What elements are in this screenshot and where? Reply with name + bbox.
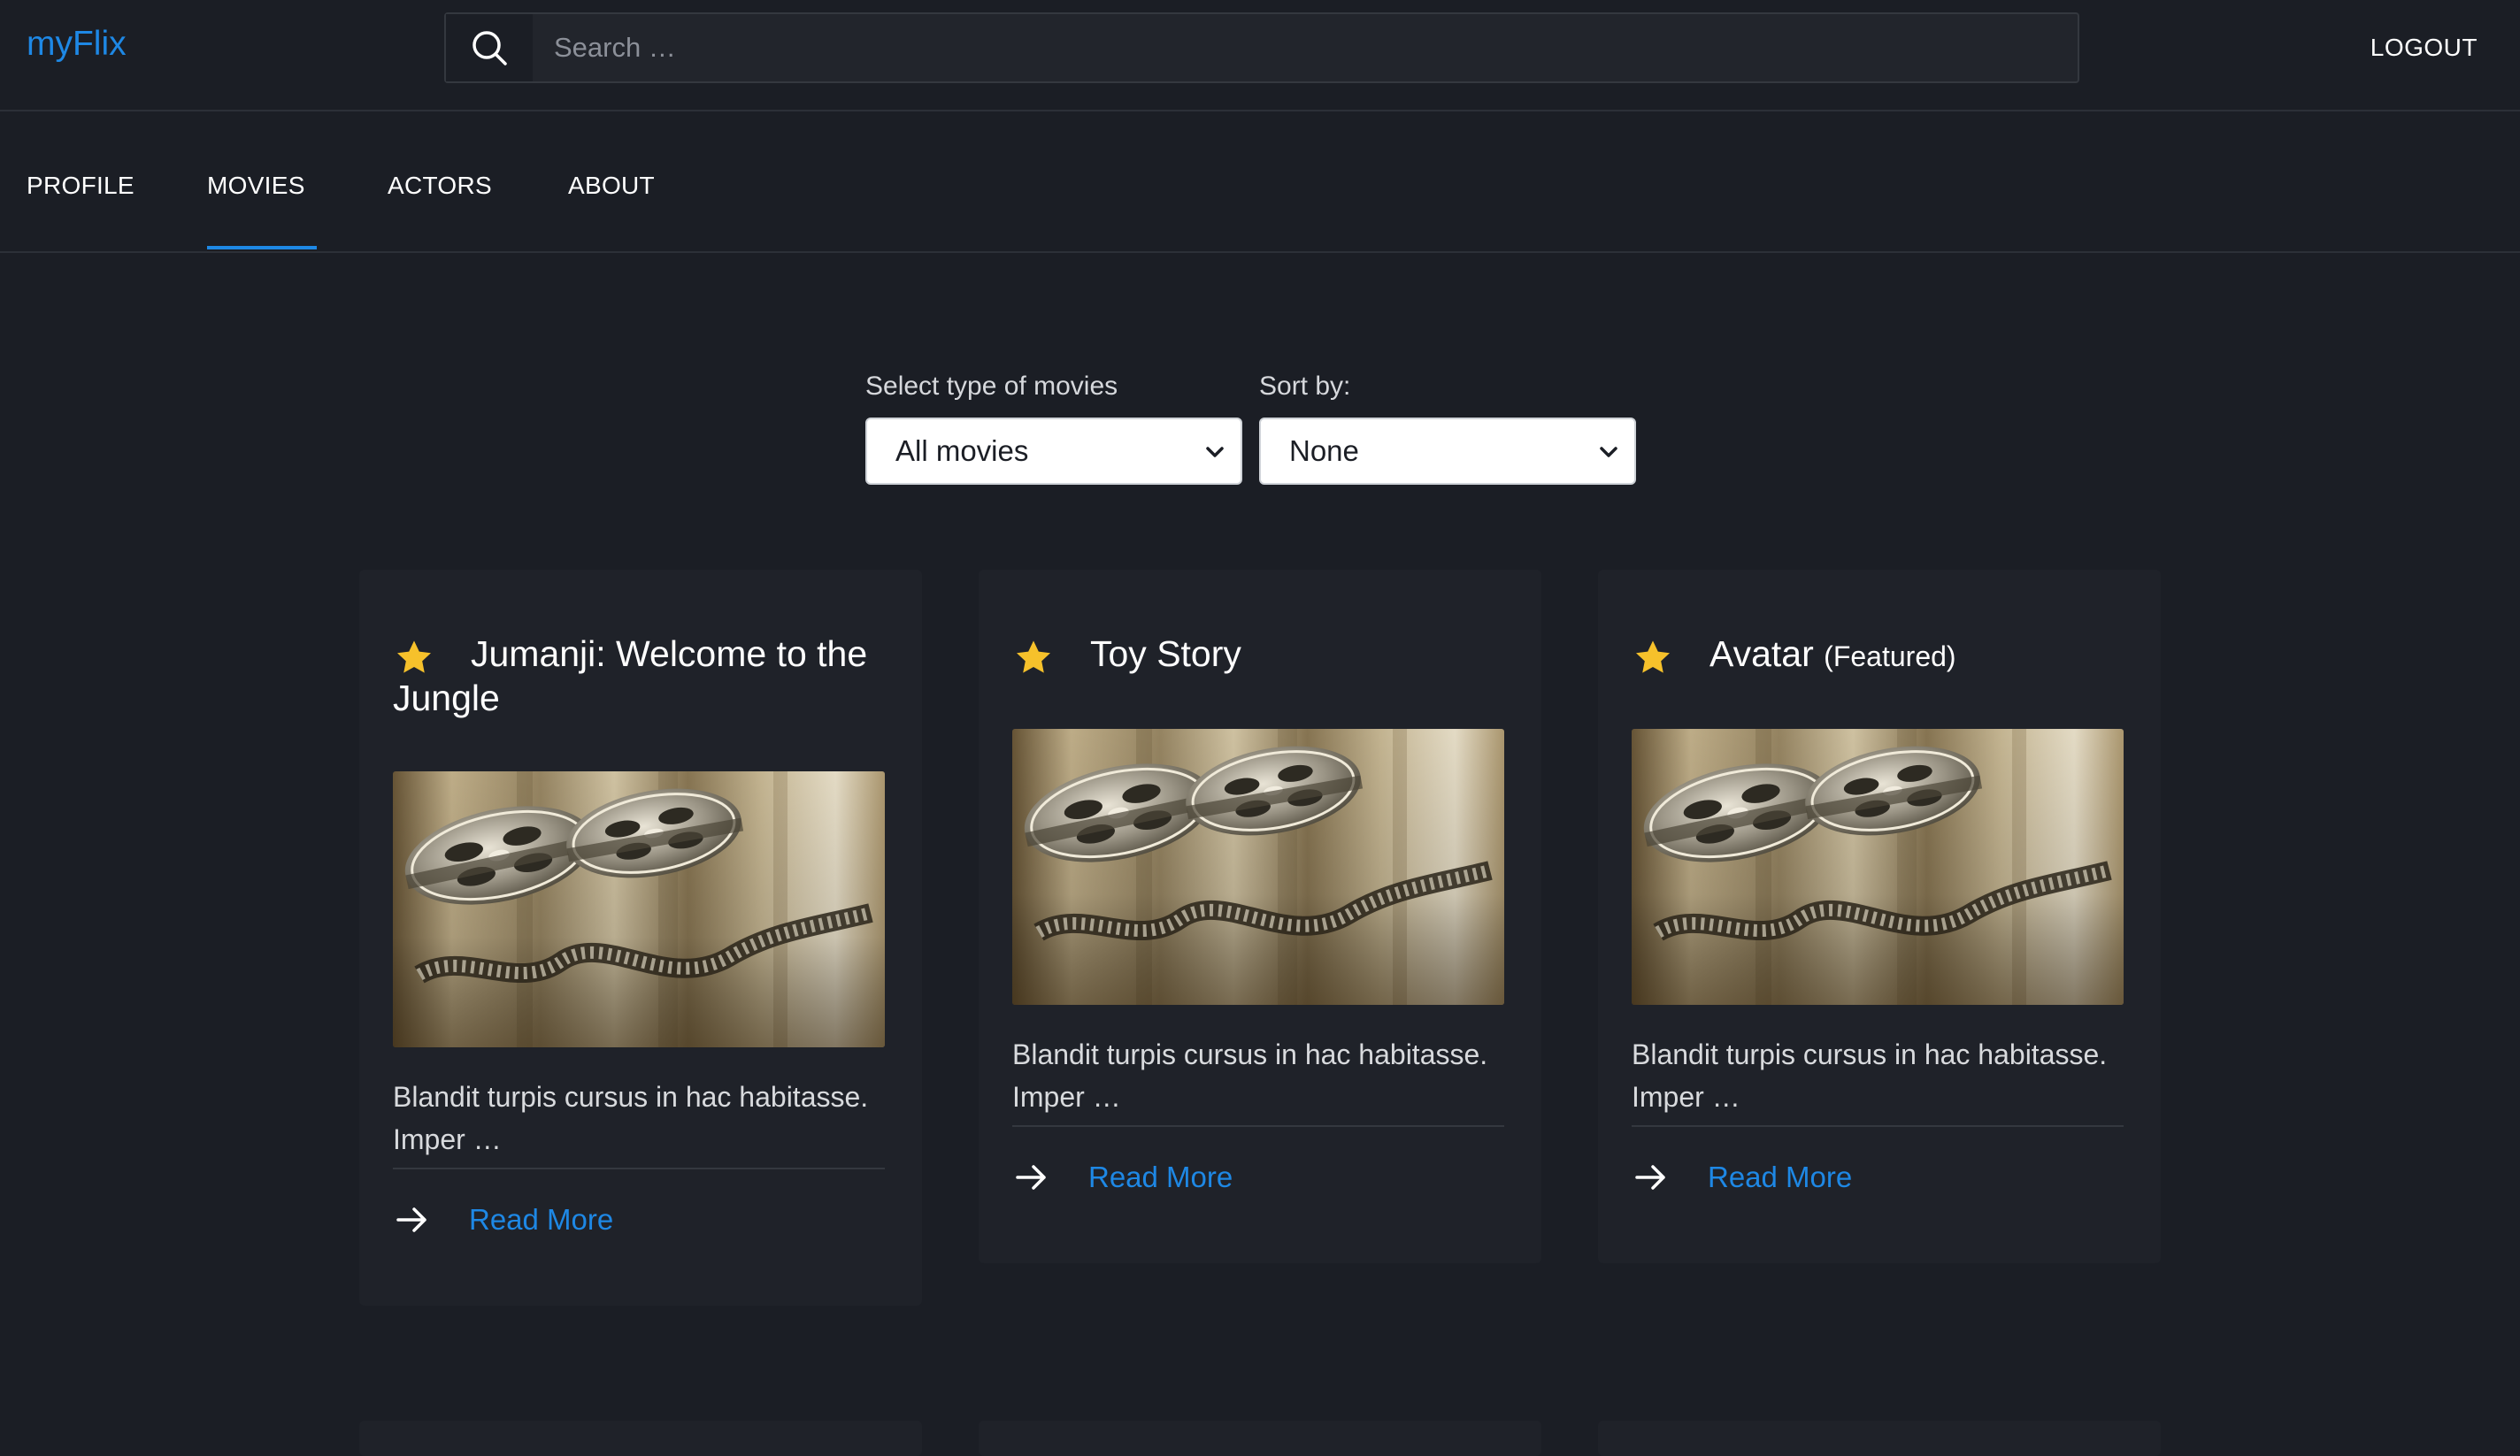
movie-description: Blandit turpis cursus in hac habitasse. …	[393, 1081, 869, 1155]
movie-poster[interactable]	[393, 771, 885, 1047]
tab-actors[interactable]: ACTORS	[388, 172, 492, 200]
main-nav: PROFILE MOVIES ACTORS ABOUT	[0, 111, 2520, 253]
card-divider	[1632, 1125, 2124, 1127]
movie-poster[interactable]	[1632, 729, 2124, 1005]
arrow-right-icon	[1635, 1165, 1665, 1190]
movie-card: Jumanji: Welcome to the Jungle Blandit t…	[359, 570, 922, 1306]
card-divider	[393, 1168, 885, 1169]
read-more-label: Read More	[469, 1203, 614, 1236]
movie-title-text: Toy Story	[1090, 633, 1241, 674]
arrow-right-icon	[1016, 1165, 1046, 1190]
movie-title-text: Avatar	[1709, 633, 1814, 674]
featured-label: (Featured)	[1824, 640, 1956, 672]
movie-card: Avatar (Featured) Blandit turpis cursus …	[1598, 570, 2161, 1263]
search-bar	[444, 12, 2079, 83]
sort-select[interactable]: None	[1259, 418, 1636, 485]
arrow-right-icon	[396, 1207, 426, 1232]
brand-logo[interactable]: myFlix	[27, 25, 127, 64]
read-more-label: Read More	[1708, 1161, 1853, 1193]
movie-poster[interactable]	[1012, 729, 1504, 1005]
top-bar: myFlix LOGOUT	[0, 0, 2520, 111]
chevron-down-icon	[1206, 447, 1224, 457]
movie-description: Blandit turpis cursus in hac habitasse. …	[1012, 1038, 1488, 1113]
search-icon[interactable]	[446, 14, 533, 81]
chevron-down-icon	[1600, 447, 1617, 457]
read-more-link[interactable]: Read More	[1632, 1155, 1852, 1199]
movie-type-value: All movies	[895, 434, 1029, 467]
read-more-label: Read More	[1088, 1161, 1233, 1193]
movie-type-label: Select type of movies	[865, 372, 1118, 401]
movie-card: Toy Story Blandit turpis cursus in hac h…	[979, 570, 1541, 1263]
sort-value: None	[1289, 434, 1359, 467]
movie-description: Blandit turpis cursus in hac habitasse. …	[1632, 1038, 2108, 1113]
read-more-link[interactable]: Read More	[1012, 1155, 1233, 1199]
movie-title[interactable]: Toy Story	[1012, 632, 1508, 676]
movie-type-select[interactable]: All movies	[865, 418, 1242, 485]
read-more-link[interactable]: Read More	[393, 1198, 613, 1242]
movie-card-partial	[359, 1421, 922, 1456]
movie-title[interactable]: Jumanji: Welcome to the Jungle	[393, 632, 888, 720]
card-divider	[1012, 1125, 1504, 1127]
tab-movies[interactable]: MOVIES	[207, 172, 305, 200]
sort-label: Sort by:	[1259, 372, 1351, 401]
movie-card-partial	[1598, 1421, 2161, 1456]
logout-button[interactable]: LOGOUT	[2370, 34, 2478, 62]
active-tab-indicator	[207, 246, 317, 249]
tab-about[interactable]: ABOUT	[568, 172, 655, 200]
search-input[interactable]	[533, 13, 2078, 82]
movie-card-partial	[979, 1421, 1541, 1456]
tab-profile[interactable]: PROFILE	[27, 172, 134, 200]
movie-title[interactable]: Avatar (Featured)	[1632, 632, 2127, 678]
movie-title-text: Jumanji: Welcome to the Jungle	[393, 633, 868, 718]
